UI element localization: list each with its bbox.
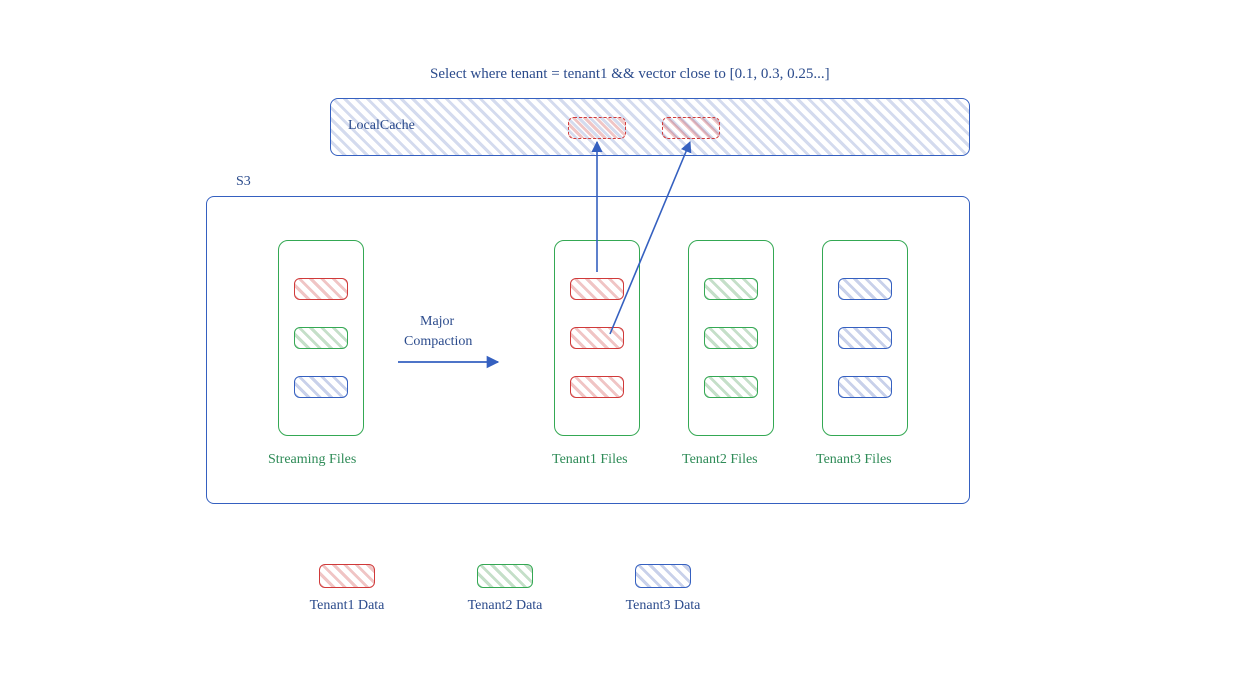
query-text: Select where tenant = tenant1 && vector … [430, 66, 830, 83]
legend-swatch-tenant3 [635, 564, 691, 588]
t2-slot-2 [704, 327, 758, 349]
legend-swatch-tenant2 [477, 564, 533, 588]
streaming-files-column [278, 240, 364, 436]
streaming-slot-tenant2 [294, 327, 348, 349]
legend-tenant2: Tenant2 Data [450, 564, 560, 614]
legend-label-tenant2: Tenant2 Data [468, 598, 543, 614]
streaming-slot-tenant1 [294, 278, 348, 300]
cache-slot-2 [662, 117, 720, 139]
s3-label: S3 [236, 174, 251, 190]
local-cache-label: LocalCache [348, 118, 415, 134]
t3-slot-2 [838, 327, 892, 349]
t3-slot-3 [838, 376, 892, 398]
t2-slot-1 [704, 278, 758, 300]
streaming-slot-tenant3 [294, 376, 348, 398]
legend-label-tenant1: Tenant1 Data [310, 598, 385, 614]
compaction-label-2: Compaction [404, 334, 472, 350]
tenant3-files-column [822, 240, 908, 436]
tenant3-files-label: Tenant3 Files [816, 452, 892, 468]
legend-tenant3: Tenant3 Data [608, 564, 718, 614]
t1-slot-3 [570, 376, 624, 398]
legend-swatch-tenant1 [319, 564, 375, 588]
tenant1-files-column [554, 240, 640, 436]
streaming-files-label: Streaming Files [268, 452, 356, 468]
tenant2-files-column [688, 240, 774, 436]
legend-label-tenant3: Tenant3 Data [626, 598, 701, 614]
t3-slot-1 [838, 278, 892, 300]
diagram-canvas: Select where tenant = tenant1 && vector … [0, 0, 1234, 674]
cache-slot-1 [568, 117, 626, 139]
legend: Tenant1 Data Tenant2 Data Tenant3 Data [292, 564, 718, 614]
local-cache-box [330, 98, 970, 156]
legend-tenant1: Tenant1 Data [292, 564, 402, 614]
t1-slot-1 [570, 278, 624, 300]
tenant2-files-label: Tenant2 Files [682, 452, 758, 468]
tenant1-files-label: Tenant1 Files [552, 452, 628, 468]
compaction-label-1: Major [420, 314, 454, 330]
t2-slot-3 [704, 376, 758, 398]
t1-slot-2 [570, 327, 624, 349]
